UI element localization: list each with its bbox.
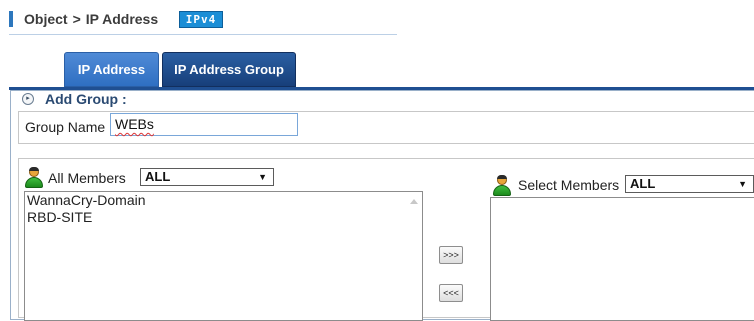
add-members-button[interactable]: >>>	[439, 246, 463, 264]
user-icon	[24, 167, 44, 189]
tab-ip-address-group[interactable]: IP Address Group	[162, 52, 296, 87]
all-members-filter-value: ALL	[145, 169, 171, 184]
all-members-label: All Members	[48, 170, 126, 186]
select-members-filter-select[interactable]: ALL ▼	[625, 175, 754, 193]
breadcrumb-page: IP Address	[85, 11, 159, 27]
all-members-filter-select[interactable]: ALL ▼	[140, 168, 274, 186]
chevron-down-icon: ▼	[258, 172, 267, 182]
group-name-input[interactable]: WEBs	[110, 113, 298, 136]
all-members-list[interactable]: WannaCry-Domain RBD-SITE	[24, 191, 423, 321]
list-item[interactable]: RBD-SITE	[25, 209, 422, 226]
breadcrumb-divider	[9, 34, 397, 35]
user-icon	[492, 175, 512, 197]
select-members-filter-value: ALL	[630, 176, 656, 191]
tab-ip-address[interactable]: IP Address	[64, 52, 159, 87]
select-members-list[interactable]	[490, 197, 754, 321]
group-name-label: Group Name	[25, 119, 106, 135]
breadcrumb-separator: >	[72, 11, 81, 27]
breadcrumb-accent-bar	[9, 11, 13, 27]
section-title: Add Group :	[45, 91, 127, 107]
expand-circle-icon[interactable]: ▸	[22, 93, 34, 105]
chevron-down-icon: ▼	[738, 179, 747, 189]
breadcrumb-section[interactable]: Object	[24, 11, 68, 27]
list-item[interactable]: WannaCry-Domain	[25, 192, 422, 209]
ipv4-badge: IPv4	[179, 11, 223, 28]
breadcrumb: Object > IP Address	[24, 11, 158, 27]
scroll-up-icon[interactable]	[410, 199, 418, 204]
select-members-label: Select Members	[518, 177, 620, 193]
remove-members-button[interactable]: <<<	[439, 284, 463, 302]
